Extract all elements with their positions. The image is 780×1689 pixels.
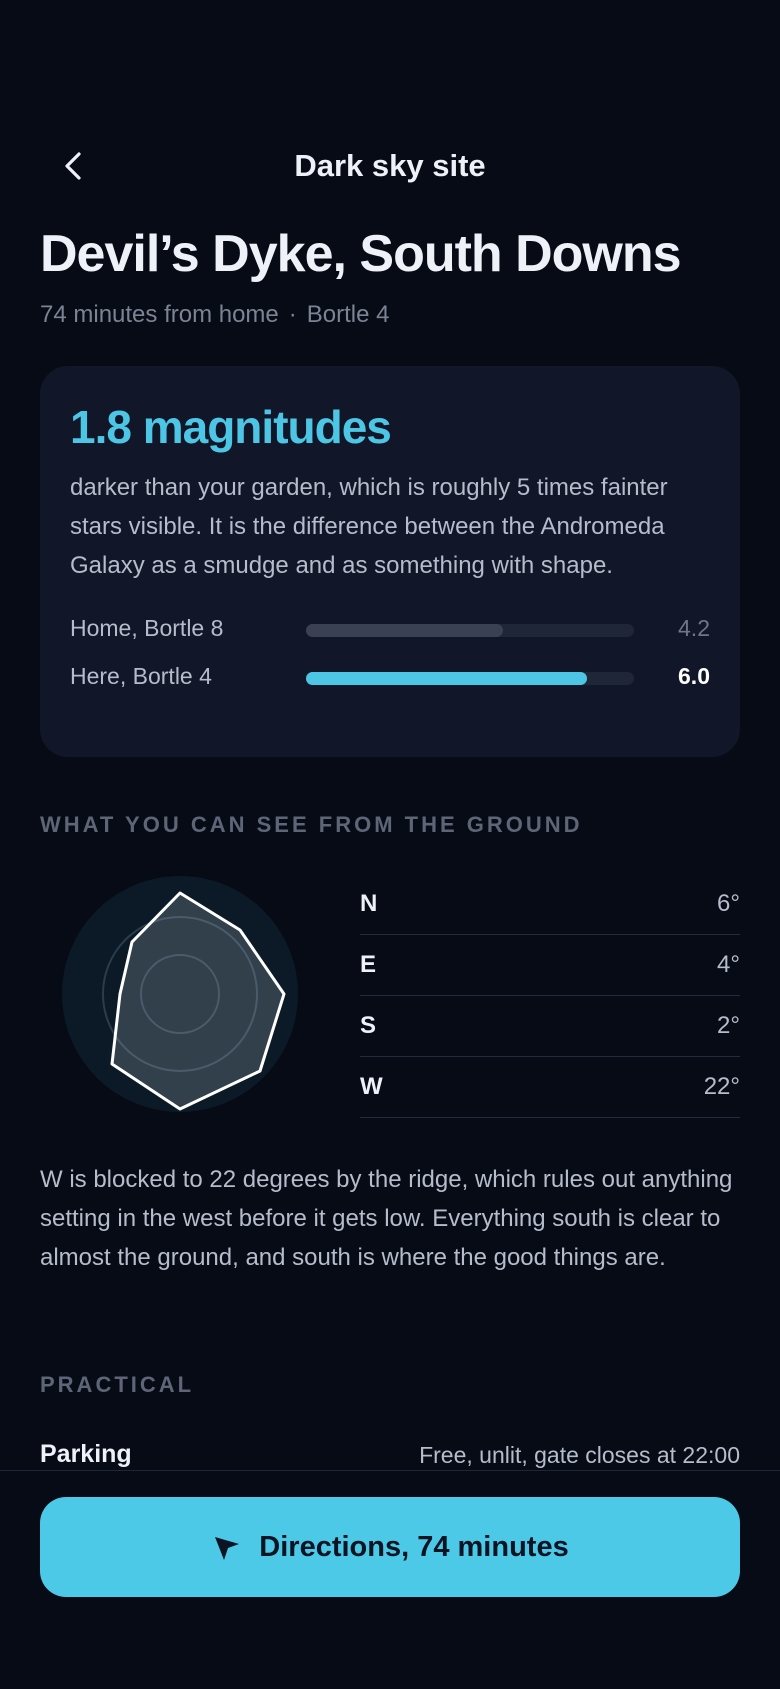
comparison-label: Here, Bortle 4 <box>70 663 212 689</box>
comparison-label: Home, Bortle 8 <box>70 615 224 641</box>
directions-button[interactable]: Directions, 74 minutes <box>40 1497 740 1597</box>
comparison-bar-track <box>306 672 634 685</box>
practical-section-title: PRACTICAL <box>40 1372 195 1397</box>
horizon-note: W is blocked to 22 degrees by the ridge,… <box>40 1166 733 1271</box>
top-bar: Dark sky site <box>0 140 780 192</box>
horizon-row-w: W 22° <box>360 1057 740 1118</box>
direction-altitude: 6° <box>717 890 740 917</box>
horizon-profile-diagram <box>62 876 298 1112</box>
horizon-row-s: S 2° <box>360 996 740 1057</box>
bottom-action-bar: Directions, 74 minutes <box>0 1470 780 1689</box>
comparison-row-home: Home, Bortle 8 4.2 <box>70 609 710 649</box>
comparison-row-here: Here, Bortle 4 6.0 <box>70 657 710 697</box>
travel-time: 74 minutes from home <box>40 301 279 328</box>
comparison-bar-fill <box>306 672 588 685</box>
direction-altitude: 2° <box>717 1012 740 1039</box>
comparison-bar-track <box>306 624 634 637</box>
navigation-arrow-icon <box>215 1537 240 1560</box>
comparison-bar-fill <box>306 624 503 637</box>
magnitude-card: 1.8 magnitudes darker than your garden, … <box>40 366 740 757</box>
horizon-row-n: N 6° <box>360 874 740 935</box>
page-title: Dark sky site <box>294 148 486 183</box>
comparison-value: 6.0 <box>678 663 710 689</box>
horizon-table: N 6° E 4° S 2° W 22° <box>360 874 740 1118</box>
direction-altitude: 22° <box>703 1073 740 1100</box>
direction-label: W <box>360 1073 383 1100</box>
directions-button-label: Directions, 74 minutes <box>259 1530 569 1563</box>
direction-altitude: 4° <box>717 951 740 978</box>
site-name: Devil’s Dyke, South Downs <box>40 225 682 283</box>
comparison-value: 4.2 <box>678 615 710 641</box>
magnitude-description: darker than your garden, which is roughl… <box>70 474 668 579</box>
direction-label: N <box>360 890 378 917</box>
horizon-row-e: E 4° <box>360 935 740 996</box>
magnitude-headline: 1.8 magnitudes <box>70 401 392 453</box>
meta-separator: · <box>288 301 297 328</box>
direction-label: E <box>360 951 377 978</box>
bortle-class: Bortle 4 <box>306 301 390 328</box>
practical-label: Parking <box>40 1440 132 1468</box>
site-meta: 74 minutes from home · Bortle 4 <box>40 301 390 329</box>
horizon-section-title: WHAT YOU CAN SEE FROM THE GROUND <box>40 812 583 837</box>
direction-label: S <box>360 1012 377 1039</box>
practical-value: Free, unlit, gate closes at 22:00 <box>419 1442 740 1468</box>
